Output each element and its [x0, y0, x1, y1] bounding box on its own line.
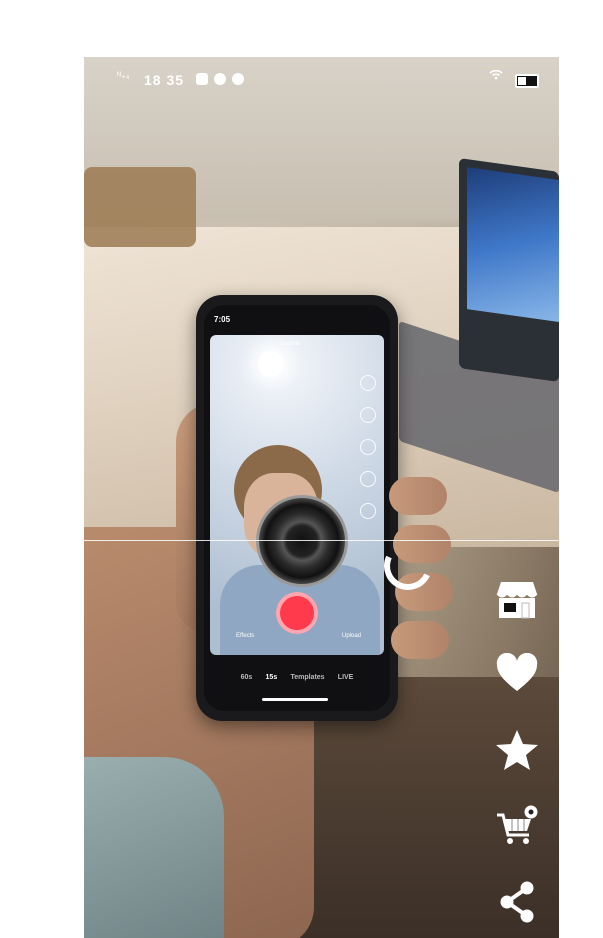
photo-home-indicator [262, 698, 328, 701]
video-feed[interactable]: 7:05 Sounds Effects Upload 60s 15s Templ… [84, 57, 559, 938]
background-laptop [459, 157, 559, 383]
sleeve [84, 757, 224, 938]
share-button[interactable] [494, 879, 540, 925]
notification-chat-icon [214, 73, 226, 85]
ceiling-light [258, 351, 284, 377]
photo-mode-tabs: 60s 15s Templates LIVE [204, 674, 390, 681]
photo-phone: 7:05 Sounds Effects Upload 60s 15s Templ… [196, 295, 398, 721]
wifi-icon [489, 69, 503, 80]
signal-icon: ᴺ₊₄ [117, 70, 130, 80]
like-button[interactable] [494, 650, 540, 696]
background-basket [84, 167, 196, 247]
share-icon [500, 881, 534, 923]
star-icon [496, 730, 538, 770]
status-time: 18 35 [144, 72, 185, 88]
photo-upload-label: Upload [342, 633, 362, 639]
photo-record-button [276, 592, 318, 634]
notification-app-icon [196, 73, 208, 85]
photo-tab-15s: 15s [265, 674, 278, 681]
photo-effects-label: Effects [236, 633, 255, 639]
status-bar: ᴺ₊₄ 18 35 [84, 57, 559, 101]
camera-lens [256, 495, 348, 587]
shop-icon [496, 582, 538, 619]
photo-phone-time: 7:05 [214, 315, 231, 324]
photo-tab-60s: 60s [240, 674, 253, 681]
add-to-cart-button[interactable] [494, 803, 540, 849]
favorite-button[interactable] [494, 727, 540, 773]
cart-icon [497, 805, 538, 844]
photo-side-tools [360, 375, 378, 535]
photo-tab-templates: Templates [290, 674, 325, 681]
progress-divider-line [84, 540, 559, 541]
photo-phone-screen: 7:05 Sounds Effects Upload 60s 15s Templ… [204, 305, 390, 711]
battery-icon [515, 74, 539, 88]
notification-dot-icon [232, 73, 244, 85]
photo-sounds-label: Sounds [280, 341, 301, 347]
shop-button[interactable] [494, 577, 540, 623]
photo-tab-live: LIVE [337, 674, 354, 681]
heart-icon [496, 653, 538, 691]
